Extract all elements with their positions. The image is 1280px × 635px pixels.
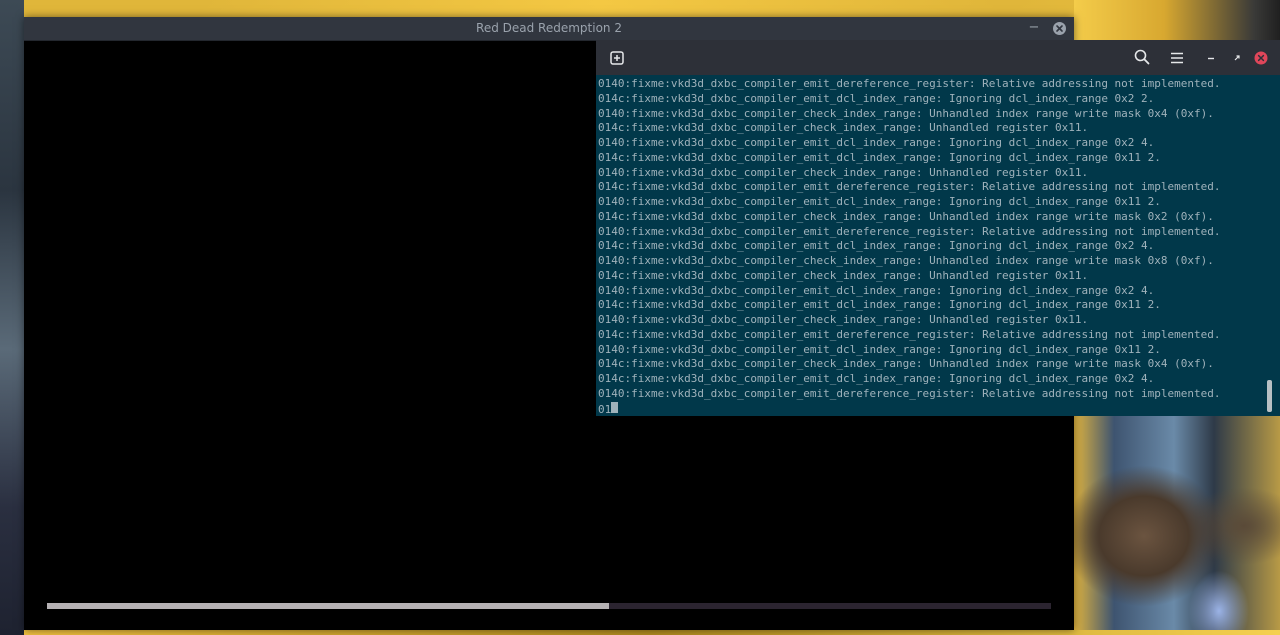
terminal-line: 0140:fixme:vkd3d_dxbc_compiler_check_ind…: [598, 313, 1089, 326]
terminal-line: 014c:fixme:vkd3d_dxbc_compiler_emit_dere…: [598, 180, 1221, 194]
wallpaper-bottom-edge: [24, 630, 1280, 635]
terminal-headerbar[interactable]: [596, 40, 1280, 75]
terminal-line: 0140:fixme:vkd3d_dxbc_compiler_check_ind…: [598, 254, 1214, 267]
game-minimize-button[interactable]: −: [1026, 21, 1042, 37]
close-icon: [1056, 25, 1063, 32]
terminal-maximize-button[interactable]: [1230, 50, 1244, 64]
minimize-icon: [1208, 57, 1214, 60]
new-tab-button[interactable]: [610, 50, 624, 65]
terminal-line: 014c:fixme:vkd3d_dxbc_compiler_check_ind…: [598, 357, 1214, 371]
menu-button[interactable]: [1169, 50, 1185, 64]
terminal-line: 0140:fixme:vkd3d_dxbc_compiler_emit_dcl_…: [598, 195, 1161, 208]
text-cursor: [611, 401, 619, 413]
terminal-line: 0140:fixme:vkd3d_dxbc_compiler_emit_dcl_…: [598, 283, 1155, 297]
terminal-line: 0140:fixme:vkd3d_dxbc_compiler_emit_dere…: [598, 77, 1221, 90]
terminal-line: 014c:fixme:vkd3d_dxbc_compiler_check_ind…: [598, 209, 1214, 223]
terminal-line: 0140:fixme:vkd3d_dxbc_compiler_emit_dere…: [598, 224, 1221, 238]
terminal-line: 0140:fixme:vkd3d_dxbc_compiler_check_ind…: [598, 165, 1089, 179]
terminal-line: 014c:fixme:vkd3d_dxbc_compiler_emit_dcl_…: [598, 372, 1155, 385]
loading-progress-fill: [47, 603, 610, 609]
search-button[interactable]: [1134, 49, 1150, 65]
terminal-line: 014c:fixme:vkd3d_dxbc_compiler_emit_dcl_…: [598, 91, 1155, 105]
terminal-close-button[interactable]: [1254, 50, 1268, 65]
maximize-icon: [1234, 55, 1240, 61]
prompt-text: 01: [598, 402, 612, 414]
terminal-line: 0140:fixme:vkd3d_dxbc_compiler_emit_dcl_…: [598, 136, 1155, 149]
terminal-line: 014c:fixme:vkd3d_dxbc_compiler_check_ind…: [598, 121, 1089, 135]
wallpaper-left-edge: [0, 0, 24, 635]
terminal-line: 014c:fixme:vkd3d_dxbc_compiler_check_ind…: [598, 268, 1089, 282]
terminal-window[interactable]: 0140:fixme:vkd3d_dxbc_compiler_emit_dere…: [596, 40, 1280, 416]
terminal-scrollbar[interactable]: [1267, 380, 1272, 412]
terminal-line: 014c:fixme:vkd3d_dxbc_compiler_emit_dere…: [598, 327, 1221, 341]
new-tab-icon: [610, 51, 624, 65]
close-icon: [1254, 51, 1268, 65]
loading-progress-bar: [47, 603, 1051, 609]
terminal-output[interactable]: 0140:fixme:vkd3d_dxbc_compiler_emit_dere…: [598, 77, 1258, 413]
terminal-line: 014c:fixme:vkd3d_dxbc_compiler_emit_dcl_…: [598, 298, 1161, 312]
terminal-line: 014c:fixme:vkd3d_dxbc_compiler_emit_dcl_…: [598, 150, 1161, 164]
terminal-minimize-button[interactable]: [1204, 50, 1218, 64]
terminal-line: 0140:fixme:vkd3d_dxbc_compiler_check_ind…: [598, 106, 1214, 120]
terminal-line: 014c:fixme:vkd3d_dxbc_compiler_emit_dcl_…: [598, 239, 1155, 253]
game-titlebar[interactable]: Red Dead Redemption 2 −: [24, 17, 1074, 41]
game-close-button[interactable]: [1053, 22, 1066, 35]
terminal-prompt-line[interactable]: 01: [598, 401, 1258, 414]
terminal-line: 0140:fixme:vkd3d_dxbc_compiler_emit_dere…: [598, 386, 1221, 400]
terminal-line: 0140:fixme:vkd3d_dxbc_compiler_emit_dcl_…: [598, 342, 1161, 356]
wallpaper-bottom-right: [1074, 416, 1280, 635]
wallpaper-top-right: [1074, 0, 1280, 40]
hamburger-menu-icon: [1171, 52, 1183, 64]
game-window-title: Red Dead Redemption 2: [476, 21, 622, 35]
search-icon: [1134, 49, 1150, 65]
